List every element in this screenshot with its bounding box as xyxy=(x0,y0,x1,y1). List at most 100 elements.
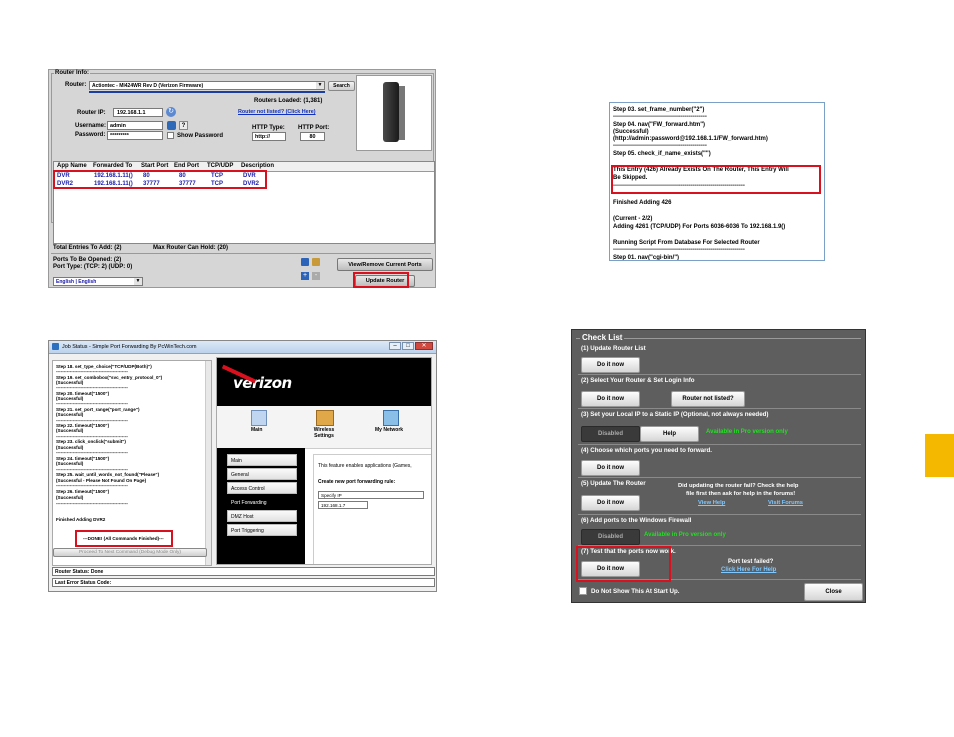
dont-show-checkbox[interactable] xyxy=(579,587,587,595)
http-type-select[interactable]: http:// xyxy=(252,132,286,141)
router-not-listed-link[interactable]: Router not listed? (Click Here) xyxy=(238,109,316,115)
step-3: (3) Set your Local IP to a Static IP (Op… xyxy=(578,410,861,445)
content-panel: This feature enables applications (Games… xyxy=(313,454,431,564)
column-header[interactable]: Start Port xyxy=(141,163,168,169)
http-type-label: HTTP Type: xyxy=(252,125,285,131)
log-line: ----------------------------------------… xyxy=(56,450,128,455)
save-icon[interactable] xyxy=(301,258,309,266)
verizon-header: verizon xyxy=(217,358,431,406)
log-line: (Successful) xyxy=(56,495,84,500)
router-not-listed-button[interactable]: Router not listed? xyxy=(671,391,745,407)
step-1-do-it-button[interactable]: Do it now xyxy=(581,357,640,373)
wireless-icon[interactable] xyxy=(316,410,334,426)
router-select[interactable]: Actiontec - MI424WR Rev D (Verizon Firmw… xyxy=(89,81,325,90)
ip-input[interactable]: 192.168.1.7 xyxy=(318,501,368,509)
total-entries: Total Entries To Add: (2) xyxy=(53,245,122,251)
search-button[interactable]: Search xyxy=(328,81,355,91)
title-bar: Job Status - Simple Port Forwarding By P… xyxy=(49,341,436,354)
step-6: (6) Add ports to the Windows Firewall Di… xyxy=(578,516,861,546)
username-input[interactable]: admin xyxy=(107,121,163,130)
view-help-link[interactable]: View Help xyxy=(698,500,725,506)
step-1: (1) Update Router List Do it now xyxy=(578,344,861,375)
menu-item-dmz-host[interactable]: DMZ Host xyxy=(227,510,297,522)
check-list-screenshot: Check List (1) Update Router List Do it … xyxy=(571,329,866,603)
log-line: (Successful) xyxy=(56,412,84,417)
step-3-title: (3) Set your Local IP to a Static IP (Op… xyxy=(581,411,769,418)
menu-item-general[interactable]: General xyxy=(227,468,297,480)
check-list-title: Check List xyxy=(580,333,625,342)
help-icon[interactable]: ? xyxy=(179,121,188,130)
log-line: Step 03. set_frame_number("2") xyxy=(613,107,705,113)
routers-loaded: Routers Loaded: (1,381) xyxy=(254,98,323,104)
job-status-screenshot: Job Status - Simple Port Forwarding By P… xyxy=(48,340,437,592)
log-line: (Successful) xyxy=(613,129,649,135)
chevron-down-icon[interactable]: ▼ xyxy=(134,278,142,285)
click-here-help-link[interactable]: Click Here For Help xyxy=(721,567,776,573)
proceed-next-command-button[interactable]: Proceed To Next Command (Debug Mode Only… xyxy=(53,548,207,557)
show-password-checkbox[interactable] xyxy=(167,132,174,139)
close-button[interactable]: Close xyxy=(804,583,863,601)
log-line: Step 05. check_if_name_exists("") xyxy=(613,151,711,157)
column-header[interactable]: App Name xyxy=(57,163,87,169)
log-line: Step 25. wait_until_words_not_found("Ple… xyxy=(56,472,160,477)
highlight-already-exists xyxy=(611,165,821,194)
refresh-icon[interactable]: ↻ xyxy=(166,107,176,117)
main-icon[interactable] xyxy=(251,410,267,426)
create-rule-title: Create new port forwarding rule: xyxy=(318,479,396,485)
maximize-icon[interactable]: □ xyxy=(402,342,414,350)
log-scrollbar[interactable] xyxy=(205,361,211,565)
step-5-title: (5) Update The Router xyxy=(581,480,646,487)
main-icon-label[interactable]: Main xyxy=(251,427,262,433)
log-line: Running Script From Database For Selecte… xyxy=(613,240,760,246)
log-line: Step 04. nav("FW_forward.htm") xyxy=(613,122,706,128)
menu-item-port-triggering[interactable]: Port Triggering xyxy=(227,524,297,536)
chevron-down-icon[interactable]: ▼ xyxy=(316,82,324,89)
log-line: (Successful) xyxy=(56,461,84,466)
user-icon xyxy=(167,121,176,130)
log-line: (Successful) xyxy=(56,428,84,433)
specify-ip-select[interactable]: Specify IP xyxy=(318,491,424,499)
network-icon[interactable] xyxy=(383,410,399,426)
log-line: ----------------------------------------… xyxy=(613,247,745,253)
column-header[interactable]: End Port xyxy=(174,163,199,169)
step-3-pro-only: Available in Pro version only xyxy=(706,429,788,435)
password-input[interactable]: ********* xyxy=(107,131,163,140)
log-line: (Current - 2/2) xyxy=(613,216,653,222)
folder-icon[interactable] xyxy=(312,258,320,266)
icon-bar: Main Wireless Settings My Network xyxy=(217,406,431,449)
update-fail-text-1: Did updating the router fail? Check the … xyxy=(678,483,799,489)
network-icon-label[interactable]: My Network xyxy=(375,427,403,433)
remove-icon[interactable]: - xyxy=(312,272,320,280)
update-fail-text-2: file first then ask for help in the foru… xyxy=(686,491,796,497)
step-6-disabled-button[interactable]: Disabled xyxy=(581,529,640,545)
view-remove-ports-button[interactable]: View/Remove Current Ports xyxy=(337,258,433,271)
step-2-title: (2) Select Your Router & Set Login Info xyxy=(581,377,695,384)
add-icon[interactable]: + xyxy=(301,272,309,280)
log-line: ----------------------------------------… xyxy=(56,385,128,390)
highlight-done xyxy=(75,530,173,547)
minimize-icon[interactable]: – xyxy=(389,342,401,350)
column-header[interactable]: TCP/UDP xyxy=(207,163,233,169)
password-label: Password: xyxy=(75,132,106,138)
step-6-pro-only: Available in Pro version only xyxy=(644,532,726,538)
router-ip-input[interactable]: 192.168.1.1 xyxy=(113,108,163,117)
step-4-do-it-button[interactable]: Do it now xyxy=(581,460,640,476)
language-select[interactable]: English | English xyxy=(53,277,143,286)
menu-item-main[interactable]: Main xyxy=(227,454,297,466)
wireless-icon-label[interactable]: Wireless Settings xyxy=(309,427,339,439)
step-2-do-it-button[interactable]: Do it now xyxy=(581,391,640,407)
http-port-input[interactable]: 80 xyxy=(300,132,325,141)
step-3-disabled-button[interactable]: Disabled xyxy=(581,426,640,442)
column-header[interactable]: Forwarded To xyxy=(93,163,132,169)
step-3-help-button[interactable]: Help xyxy=(640,426,699,442)
close-icon[interactable]: ✕ xyxy=(415,342,433,350)
log-line: Step 01. nav("cgi-bin/") xyxy=(613,255,680,261)
visit-forums-link[interactable]: Visit Forums xyxy=(768,500,803,506)
menu-item-access-control[interactable]: Access Control xyxy=(227,482,297,494)
column-header[interactable]: Description xyxy=(241,163,274,169)
router-label: Router: xyxy=(65,82,87,88)
step-5-do-it-button[interactable]: Do it now xyxy=(581,495,640,511)
menu-item-port-forwarding[interactable]: Port Forwarding xyxy=(227,496,297,508)
last-error-status: Last Error Status Code: xyxy=(52,578,435,587)
embedded-browser: verizon Main Wireless Settings My Networ… xyxy=(216,357,432,565)
